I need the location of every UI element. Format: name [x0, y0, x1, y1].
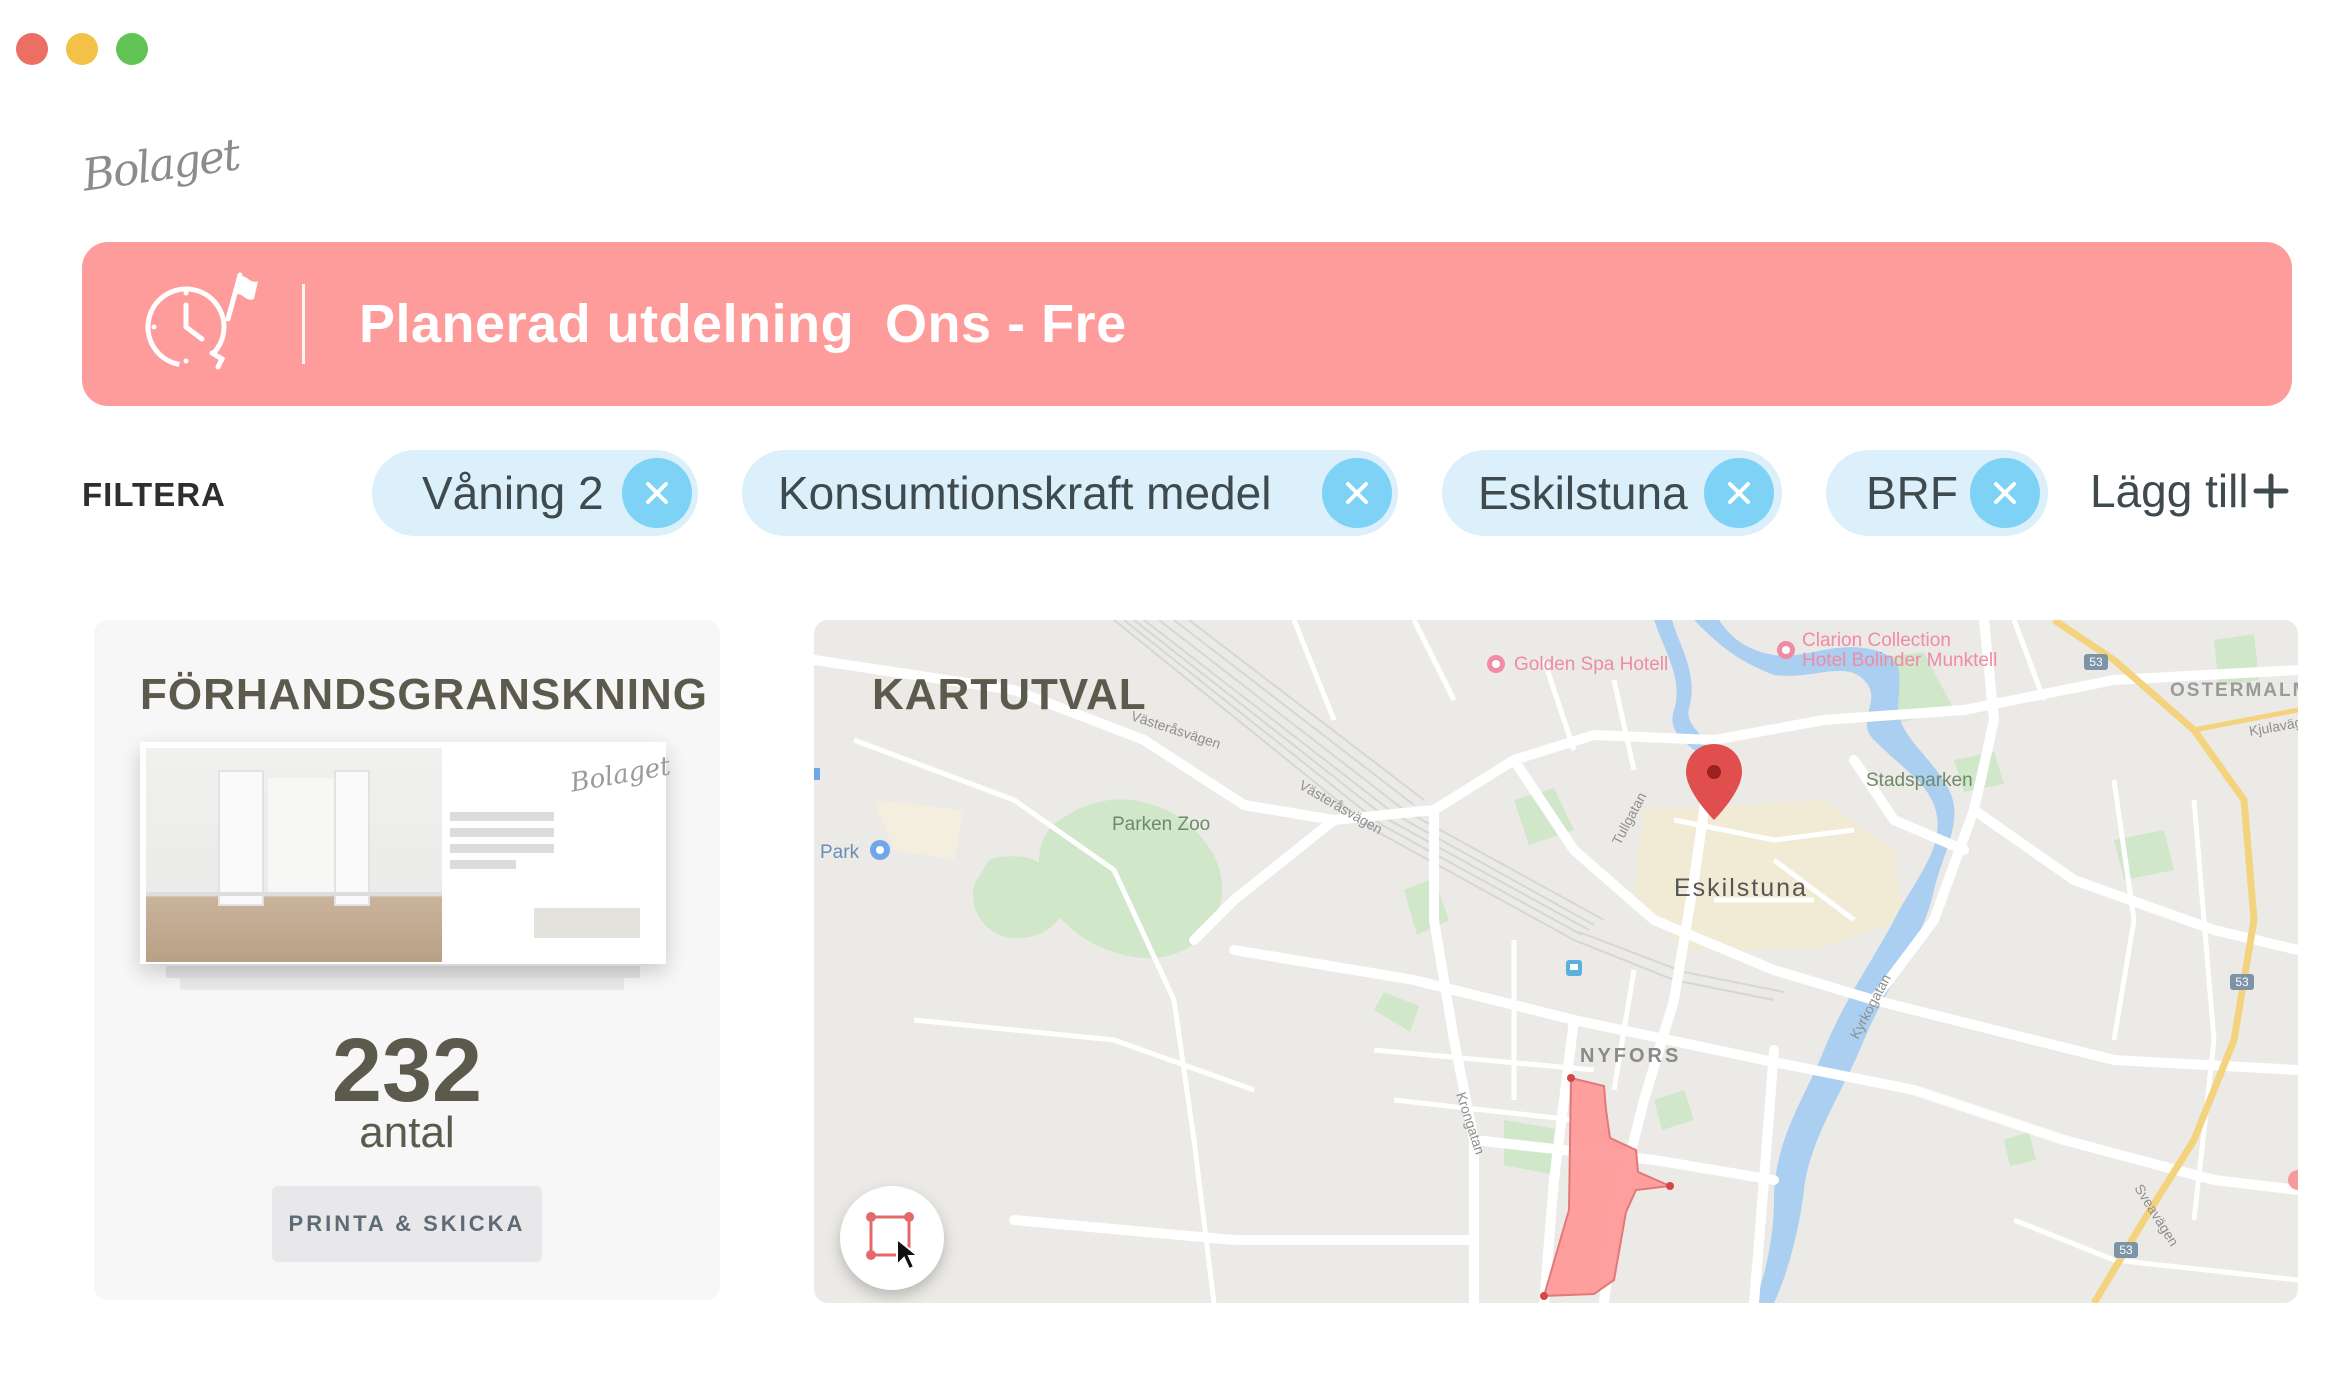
svg-text:53: 53	[2119, 1243, 2133, 1257]
photo-doorway	[268, 778, 338, 896]
map-label-park: Stadsparken	[1866, 770, 1973, 791]
map-edge-marker	[814, 768, 820, 780]
photo-door-right	[334, 770, 370, 906]
clock-flag-icon	[132, 269, 262, 379]
park-area	[1404, 878, 1449, 935]
filter-chip-label: Våning 2	[422, 467, 604, 519]
sheet-button-placeholder	[534, 908, 640, 938]
park-area	[2004, 1132, 2036, 1166]
close-icon	[1346, 482, 1368, 504]
svg-text:53: 53	[2089, 655, 2103, 669]
preview-sheet: Bolaget	[140, 742, 673, 964]
filter-chip-label: Konsumtionskraft medel	[778, 467, 1272, 519]
text-placeholder-line	[450, 812, 554, 821]
close-icon	[646, 482, 668, 504]
map-label-park: Park	[820, 842, 860, 863]
add-filter-label: Lägg till	[2090, 465, 2249, 517]
hotel-marker-icon[interactable]	[1487, 655, 1505, 673]
stacked-sheet	[180, 978, 624, 990]
map-canvas[interactable]: 53 53 53 Golden Spa Hotell Clarion Colle…	[814, 620, 2298, 1303]
park-area	[1654, 1090, 1694, 1130]
map-label-hotel: Hotel Bolinder Munktell	[1802, 650, 1997, 671]
draw-area-button[interactable]	[840, 1186, 944, 1290]
window-controls	[16, 33, 148, 65]
sheet-logo: Bolaget	[568, 751, 673, 799]
filter-chip-floor[interactable]: Våning 2	[372, 450, 698, 536]
text-placeholder-line	[450, 844, 554, 853]
stacked-sheet	[166, 966, 640, 978]
recipient-count-unit: antal	[359, 1108, 455, 1157]
map-label-city: Eskilstuna	[1674, 874, 1808, 902]
polygon-vertex[interactable]	[1540, 1292, 1548, 1300]
hotel-marker-icon[interactable]	[1777, 641, 1795, 659]
minimize-window-button[interactable]	[66, 33, 98, 65]
preview-card: FÖRHANDSGRANSKNING Bolaget 232 antal PRI…	[94, 620, 720, 1300]
banner-title: Planerad utdelning Ons - Fre	[359, 294, 1127, 354]
brand-logo[interactable]: Bolaget	[78, 118, 242, 201]
filter-chip-label: Eskilstuna	[1478, 467, 1688, 519]
map-label-street: Sveavägen	[2131, 1181, 2182, 1249]
remove-filter-button[interactable]	[622, 458, 692, 528]
remove-filter-button[interactable]	[1970, 458, 2040, 528]
banner-divider	[302, 284, 305, 364]
plus-icon	[2253, 473, 2289, 509]
road-shield: 53	[2084, 654, 2108, 670]
filter-chip-label: BRF	[1866, 467, 1958, 519]
svg-text:53: 53	[2235, 975, 2249, 989]
print-and-send-button[interactable]: PRINTA & SKICKA	[272, 1186, 542, 1262]
polygon-vertex[interactable]	[1567, 1074, 1575, 1082]
map-label-hotel: Clarion Collection	[1802, 630, 1951, 651]
text-placeholder-line	[450, 828, 554, 837]
brand-logo-text: Bolaget	[79, 129, 242, 202]
park-marker-icon[interactable]	[870, 840, 890, 860]
map-label-street: Krongatan	[1453, 1090, 1488, 1156]
filter-chip-housing-type[interactable]: BRF	[1826, 450, 2048, 536]
road-shield: 53	[2114, 1242, 2138, 1258]
map-label-hotel: Golden Spa Hotell	[1514, 654, 1668, 675]
room-photo	[146, 748, 442, 962]
schedule-banner: Planerad utdelning Ons - Fre	[82, 242, 2292, 406]
transit-marker-icon[interactable]	[1566, 960, 1582, 976]
road-shield: 53	[2230, 974, 2254, 990]
roads	[814, 620, 2298, 1303]
map-label-park: Parken Zoo	[1112, 814, 1210, 835]
filter-chip-purchasing-power[interactable]: Konsumtionskraft medel	[742, 450, 1398, 536]
text-placeholder-line	[450, 860, 516, 869]
map-title: KARTUTVAL	[872, 670, 1147, 719]
draw-area-icon	[866, 1212, 921, 1271]
map-label-district: OSTERMALM	[2170, 680, 2298, 701]
mailing-preview[interactable]: Bolaget	[140, 742, 673, 1012]
close-window-button[interactable]	[16, 33, 48, 65]
park-area	[1374, 992, 1419, 1032]
filter-chip-city[interactable]: Eskilstuna	[1442, 450, 1782, 536]
filter-label: FILTERA	[82, 476, 226, 513]
remove-filter-button[interactable]	[1322, 458, 1392, 528]
remove-filter-button[interactable]	[1704, 458, 1774, 528]
polygon-vertex[interactable]	[1666, 1182, 1674, 1190]
photo-door-left	[218, 770, 264, 906]
add-filter-button[interactable]: Lägg till	[2090, 464, 2289, 518]
map-card[interactable]: 53 53 53 Golden Spa Hotell Clarion Colle…	[814, 620, 2298, 1303]
maximize-window-button[interactable]	[116, 33, 148, 65]
map-label-district: NYFORS	[1580, 1045, 1681, 1067]
close-icon	[1994, 482, 2016, 504]
close-icon	[1728, 482, 1750, 504]
photo-floorline	[146, 892, 442, 896]
preview-title: FÖRHANDSGRANSKNING	[140, 670, 708, 719]
